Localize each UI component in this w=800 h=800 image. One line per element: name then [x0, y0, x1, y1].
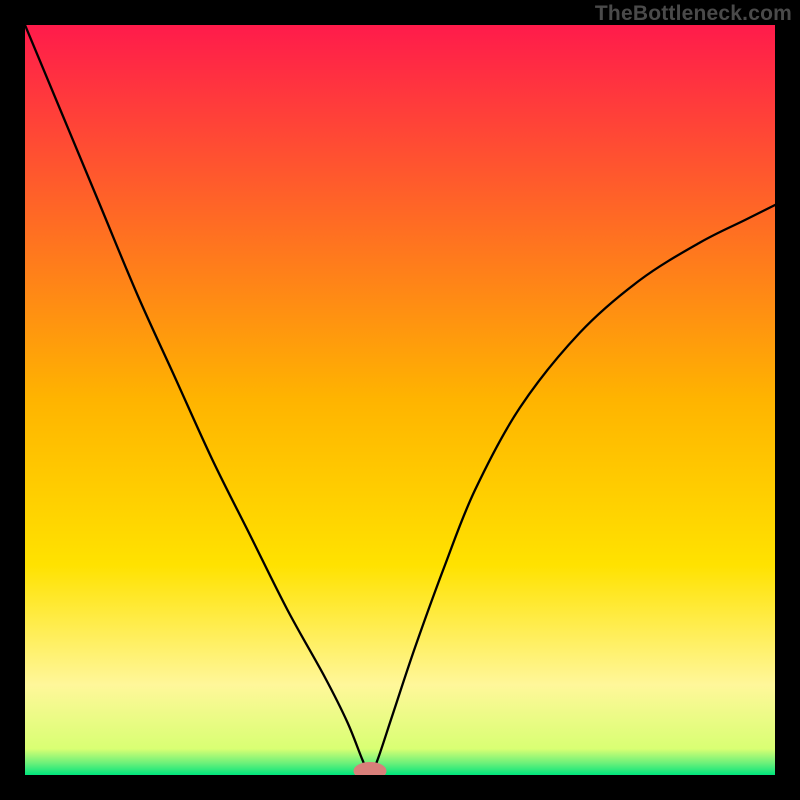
chart-svg — [25, 25, 775, 775]
chart-background-gradient — [25, 25, 775, 775]
watermark-text: TheBottleneck.com — [595, 2, 792, 26]
chart-plot-area — [25, 25, 775, 775]
chart-outer-frame: TheBottleneck.com — [0, 0, 800, 800]
